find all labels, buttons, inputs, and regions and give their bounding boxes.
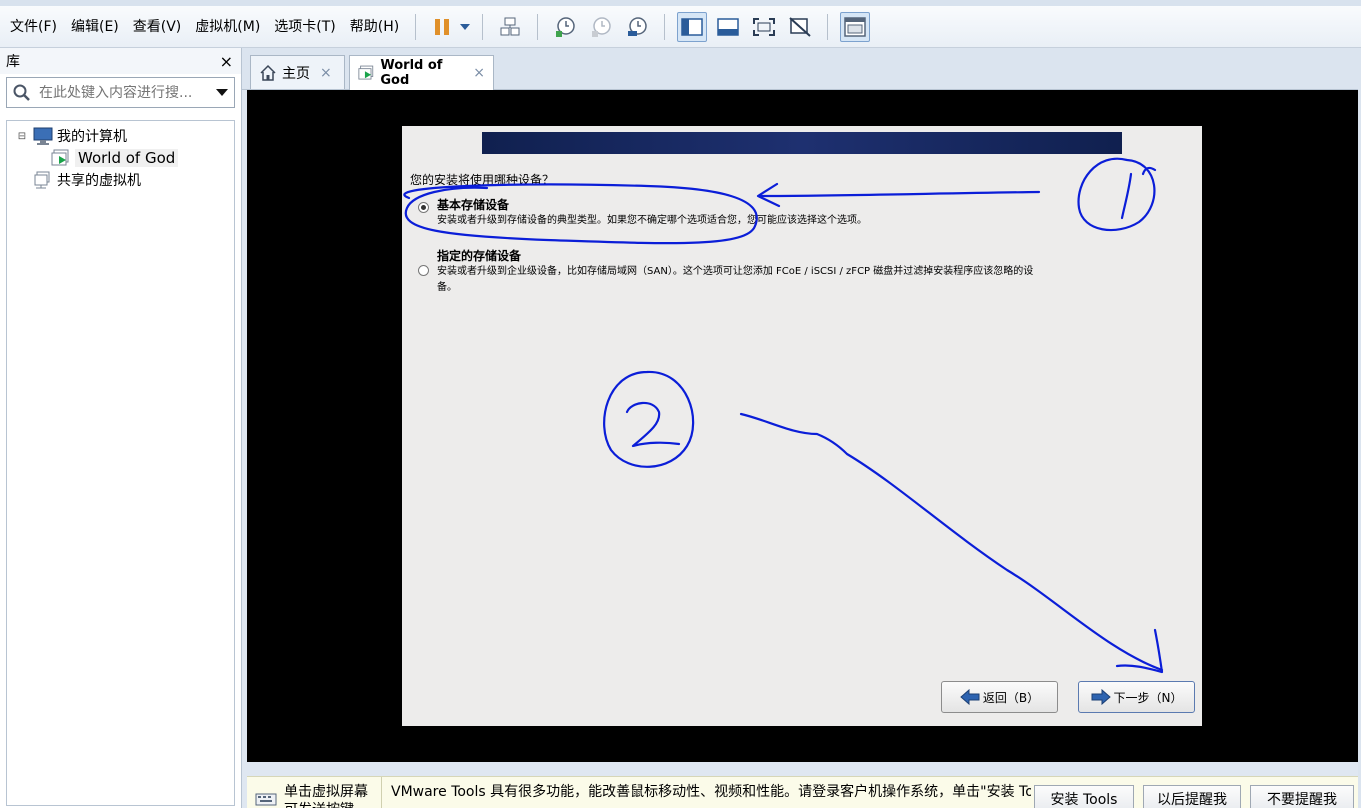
home-icon: [260, 64, 276, 81]
library-tree: ⊟ 我的计算机 World of God 共享的虚拟机: [6, 120, 235, 806]
pause-icon: [435, 18, 450, 35]
next-arrow-icon: [1091, 689, 1111, 705]
console-view-icon: [844, 16, 866, 37]
chevron-down-icon[interactable]: [216, 88, 228, 97]
vmware-tools-notification: 单击虚拟屏幕可发送按键 VMware Tools 具有很多功能，能改善鼠标移动性…: [247, 776, 1358, 808]
revert-snapshot-button[interactable]: [586, 12, 616, 42]
back-button[interactable]: 返回（B）: [941, 681, 1058, 713]
tree-item-vm[interactable]: World of God: [7, 147, 234, 169]
library-header: 库 ×: [0, 48, 241, 74]
dropdown-arrow-icon: [460, 23, 471, 30]
library-search-box[interactable]: [6, 77, 235, 108]
next-button-label: 下一步（N）: [1113, 690, 1183, 705]
tab-strip: 主页 × World of God ×: [242, 48, 1361, 90]
storage-question: 您的安装将使用哪种设备？: [410, 173, 555, 187]
menu-file[interactable]: 文件(F): [3, 14, 64, 40]
toolbar-separator: [827, 13, 829, 40]
back-arrow-icon: [960, 689, 980, 705]
tree-item-label: World of God: [75, 149, 179, 167]
option-title: 基本存储设备: [437, 198, 510, 212]
install-tools-button[interactable]: 安装 Tools: [1034, 785, 1134, 808]
library-search-input[interactable]: [39, 84, 216, 101]
basic-storage-option[interactable]: 基本存储设备 安装或者升级到存储设备的典型类型。如果您不确定哪个选项适合您，您可…: [418, 196, 1047, 229]
computer-icon: [33, 127, 53, 145]
tab-close-button[interactable]: ×: [473, 65, 485, 81]
tab-label: 主页: [282, 65, 310, 82]
take-snapshot-button[interactable]: [550, 12, 580, 42]
tab-label: World of God: [380, 58, 443, 88]
tree-item-shared-vms[interactable]: 共享的虚拟机: [7, 169, 234, 191]
notification-divider: [381, 777, 382, 808]
snapshot-manager-icon: [628, 16, 647, 36]
vm-running-icon: [358, 65, 374, 80]
option-title: 指定的存储设备: [437, 249, 522, 263]
remind-later-button[interactable]: 以后提醒我: [1143, 785, 1241, 808]
option-description: 安装或者升级到企业级设备，比如存储局域网（SAN）。这个选项可让您添加 FCoE…: [437, 266, 1034, 293]
fullscreen-button[interactable]: [749, 12, 779, 42]
specialized-storage-option[interactable]: 指定的存储设备 安装或者升级到企业级设备，比如存储局域网（SAN）。这个选项可让…: [418, 247, 1047, 296]
unity-button[interactable]: [785, 12, 815, 42]
fullscreen-icon: [753, 17, 776, 36]
view-library-icon: [681, 17, 703, 36]
library-panel: 库 × ⊟ 我的计算机 World of God 共享的虚拟机: [0, 48, 242, 808]
snapshot-manager-button[interactable]: [622, 12, 652, 42]
show-library-button[interactable]: [677, 11, 708, 42]
tab-vm[interactable]: World of God ×: [349, 55, 494, 90]
send-ctrl-alt-del-icon: [500, 17, 520, 35]
view-thumbnail-icon: [717, 17, 739, 36]
console-view-button[interactable]: [840, 11, 871, 42]
guest-installer-screen[interactable]: 您的安装将使用哪种设备？ 基本存储设备 安装或者升级到存储设备的典型类型。如果您…: [402, 126, 1202, 726]
menu-help[interactable]: 帮助(H): [343, 14, 406, 40]
specialized-storage-radio[interactable]: [418, 265, 429, 276]
snapshot-take-icon: [556, 16, 575, 37]
thumbnail-bar-button[interactable]: [713, 12, 743, 42]
option-description: 安装或者升级到存储设备的典型类型。如果您不确定哪个选项适合您，您可能应该选择这个…: [437, 215, 867, 226]
pause-button[interactable]: [427, 12, 457, 42]
tree-item-my-computer[interactable]: ⊟ 我的计算机: [7, 125, 234, 147]
unity-icon: [789, 16, 811, 37]
tab-home[interactable]: 主页 ×: [250, 55, 345, 89]
never-remind-button[interactable]: 不要提醒我: [1250, 785, 1354, 808]
toolbar-separator: [537, 13, 539, 40]
shared-vm-icon: [33, 171, 53, 189]
menu-tabs[interactable]: 选项卡(T): [267, 14, 342, 40]
search-icon: [13, 84, 30, 101]
library-close-button[interactable]: ×: [220, 52, 233, 71]
vm-console[interactable]: 您的安装将使用哪种设备？ 基本存储设备 安装或者升级到存储设备的典型类型。如果您…: [247, 90, 1358, 762]
back-button-label: 返回（B）: [982, 690, 1040, 705]
next-button[interactable]: 下一步（N）: [1078, 681, 1195, 713]
tab-close-button[interactable]: ×: [320, 65, 332, 81]
library-title: 库: [6, 54, 20, 70]
vm-running-icon: [51, 149, 71, 167]
power-dropdown-button[interactable]: [457, 12, 473, 42]
snapshot-revert-icon: [592, 16, 611, 37]
tree-item-label: 共享的虚拟机: [57, 173, 141, 189]
keyboard-icon: [255, 791, 277, 808]
tree-collapse-toggle[interactable]: ⊟: [15, 131, 29, 142]
installer-banner: [482, 132, 1122, 154]
menu-vm[interactable]: 虚拟机(M): [188, 14, 267, 40]
toolbar-separator: [482, 13, 484, 40]
menu-edit[interactable]: 编辑(E): [64, 14, 126, 40]
toolbar-separator: [415, 13, 417, 40]
notification-message: VMware Tools 具有很多功能，能改善鼠标移动性、视频和性能。请登录客户…: [391, 784, 1031, 800]
menu-view[interactable]: 查看(V): [126, 14, 189, 40]
basic-storage-radio[interactable]: [418, 202, 429, 213]
send-ctrl-alt-del-button[interactable]: [495, 12, 525, 42]
tree-item-label: 我的计算机: [57, 129, 127, 145]
menubar: 文件(F) 编辑(E) 查看(V) 虚拟机(M) 选项卡(T) 帮助(H): [0, 0, 1361, 48]
toolbar-separator: [664, 13, 666, 40]
notification-hint: 单击虚拟屏幕可发送按键: [284, 784, 368, 808]
